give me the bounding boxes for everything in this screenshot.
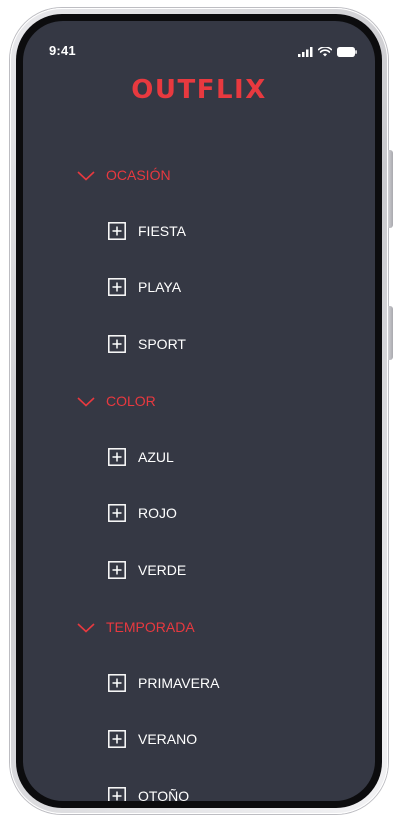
phone-bezel: 9:41 OUTFLIX OCASIÓN FIESTA PLAYA SPORT …: [16, 14, 382, 808]
filter-menu: OCASIÓN FIESTA PLAYA SPORT COLOR AZUL RO…: [23, 21, 375, 801]
phone-frame: 9:41 OUTFLIX OCASIÓN FIESTA PLAYA SPORT …: [10, 8, 393, 814]
option-azul[interactable]: AZUL: [108, 448, 174, 466]
option-fiesta[interactable]: FIESTA: [108, 222, 186, 240]
category-label: TEMPORADA: [106, 619, 195, 635]
option-label: VERDE: [138, 562, 187, 578]
app-screen: 9:41 OUTFLIX OCASIÓN FIESTA PLAYA SPORT …: [23, 21, 375, 801]
chevron-down-icon: [77, 395, 95, 407]
option-label: VERANO: [138, 731, 198, 747]
category-ocasion[interactable]: OCASIÓN: [77, 167, 171, 183]
option-sport[interactable]: SPORT: [108, 335, 186, 353]
plus-square-icon: [108, 730, 126, 748]
option-label: OTOÑO: [138, 788, 190, 801]
option-rojo[interactable]: ROJO: [108, 504, 177, 522]
option-verano[interactable]: VERANO: [108, 730, 197, 748]
option-verde[interactable]: VERDE: [108, 561, 186, 579]
plus-square-icon: [108, 787, 126, 801]
option-otono[interactable]: OTOÑO: [108, 787, 189, 801]
plus-square-icon: [108, 278, 126, 296]
category-label: COLOR: [106, 393, 156, 409]
plus-square-icon: [108, 504, 126, 522]
option-primavera[interactable]: PRIMAVERA: [108, 674, 219, 692]
category-temporada[interactable]: TEMPORADA: [77, 619, 195, 635]
option-label: PRIMAVERA: [138, 675, 220, 691]
plus-square-icon: [108, 674, 126, 692]
plus-square-icon: [108, 561, 126, 579]
option-label: FIESTA: [138, 223, 186, 239]
option-label: SPORT: [138, 336, 186, 352]
plus-square-icon: [108, 448, 126, 466]
option-playa[interactable]: PLAYA: [108, 278, 181, 296]
chevron-down-icon: [77, 621, 95, 633]
volume-button: [388, 306, 393, 360]
chevron-down-icon: [77, 169, 95, 181]
category-label: OCASIÓN: [106, 167, 171, 183]
option-label: ROJO: [138, 505, 177, 521]
plus-square-icon: [108, 335, 126, 353]
plus-square-icon: [108, 222, 126, 240]
option-label: PLAYA: [138, 279, 182, 295]
power-button: [388, 150, 393, 228]
category-color[interactable]: COLOR: [77, 393, 156, 409]
option-label: AZUL: [138, 449, 174, 465]
